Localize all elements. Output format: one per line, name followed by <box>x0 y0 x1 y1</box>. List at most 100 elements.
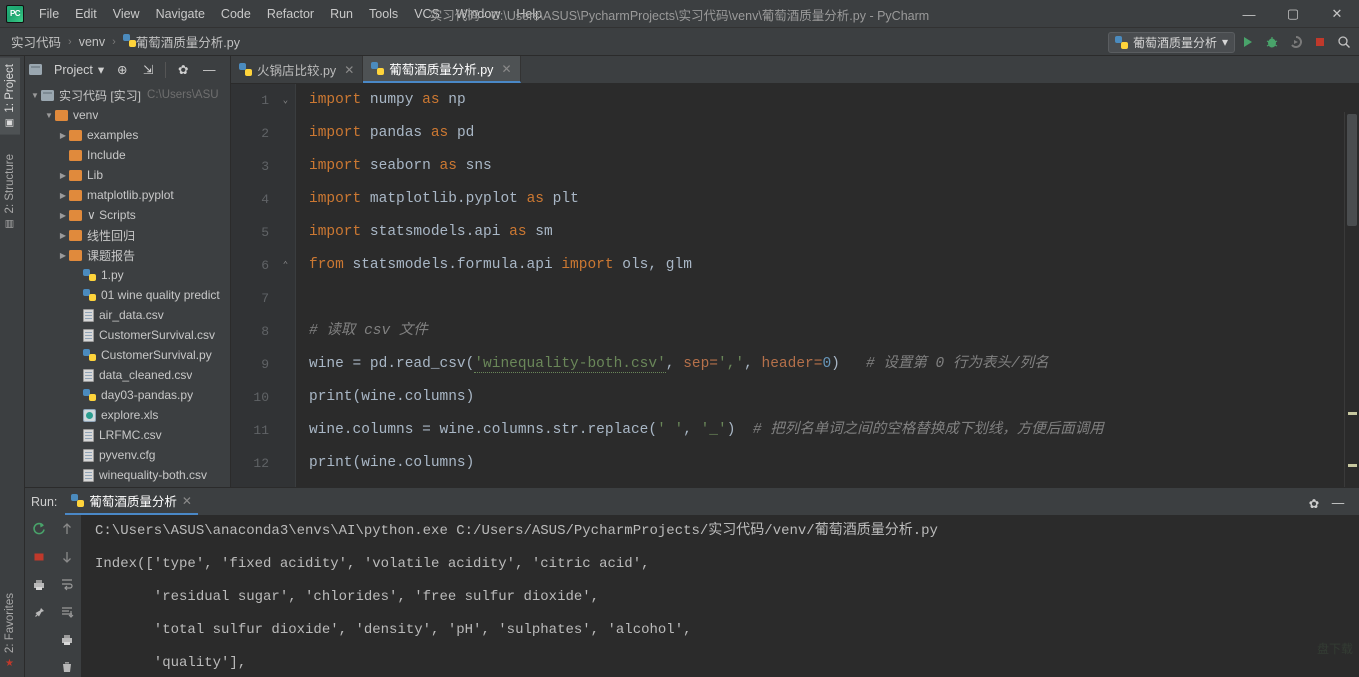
hide-panel-icon[interactable]: — <box>198 59 220 81</box>
project-panel-title[interactable]: Project ▾ <box>51 62 107 78</box>
tree-item[interactable]: 01 wine quality predict <box>25 285 230 305</box>
fold-marker-icon[interactable]: ⌃ <box>280 260 291 271</box>
tree-item[interactable]: ▶ ∨ Scripts <box>25 205 230 225</box>
menu-view[interactable]: View <box>105 4 148 24</box>
tree-item[interactable]: ▶ 课题报告 <box>25 245 230 265</box>
expand-arrow-icon[interactable]: ▼ <box>43 111 55 120</box>
stop-button[interactable] <box>1309 31 1331 53</box>
down-arrow-icon[interactable] <box>56 547 78 567</box>
run-button[interactable] <box>1237 31 1259 53</box>
print-icon[interactable] <box>28 575 50 595</box>
print-console-icon[interactable] <box>56 630 78 650</box>
scroll-to-end-icon[interactable] <box>56 602 78 622</box>
tool-tab-project[interactable]: ▣ 1: Project <box>0 58 20 135</box>
tool-tab-structure[interactable]: ▥ 2: Structure <box>0 148 20 235</box>
menu-vcs[interactable]: VCS <box>406 4 448 24</box>
settings-gear-icon[interactable]: ✿ <box>172 59 194 81</box>
tree-item[interactable]: 1.py <box>25 265 230 285</box>
tree-item[interactable]: ▶ 线性回归 <box>25 225 230 245</box>
python-file-icon <box>71 494 85 507</box>
expand-arrow-icon[interactable]: ▼ <box>29 91 41 100</box>
tree-item[interactable]: pyvenv.cfg <box>25 445 230 465</box>
menu-refactor[interactable]: Refactor <box>259 4 322 24</box>
tree-item[interactable]: air_data.csv <box>25 305 230 325</box>
tree-item[interactable]: winequality-both.csv <box>25 465 230 485</box>
menu-window[interactable]: Window <box>448 4 508 24</box>
run-console-output[interactable]: C:\Users\ASUS\anaconda3\envs\AI\python.e… <box>81 515 1359 677</box>
close-icon[interactable]: ✕ <box>182 494 192 508</box>
tree-item[interactable]: ▼ 实习代码 [实习] C:\Users\ASU <box>25 85 230 105</box>
editor-scrollbar[interactable] <box>1344 112 1359 487</box>
search-everywhere-icon[interactable] <box>1333 31 1355 53</box>
breadcrumb-item-project[interactable]: 实习代码 <box>8 31 64 52</box>
clear-all-icon[interactable] <box>56 657 78 677</box>
close-button[interactable]: ✕ <box>1315 0 1359 28</box>
stop-icon[interactable] <box>28 547 50 567</box>
code-token: import <box>561 257 623 273</box>
hide-panel-icon[interactable]: — <box>1327 492 1349 514</box>
tree-item[interactable]: LRFMC.csv <box>25 425 230 445</box>
run-configuration-selector[interactable]: 葡萄酒质量分析 ▾ <box>1107 31 1235 53</box>
code-token: print(wine.columns) <box>309 455 475 471</box>
rerun-icon[interactable] <box>28 519 50 539</box>
minimize-button[interactable]: — <box>1227 0 1271 28</box>
tree-item[interactable]: ▶ examples <box>25 125 230 145</box>
chevron-down-icon: ▾ <box>97 63 105 77</box>
tree-item[interactable]: CustomerSurvival.py <box>25 345 230 365</box>
close-icon[interactable]: ✕ <box>501 62 511 76</box>
expand-arrow-icon[interactable]: ▶ <box>57 171 69 180</box>
editor-area: 火锅店比较.py ✕ 葡萄酒质量分析.py ✕ 1 ⌄ 2 3 4 5 6 ⌃ 7 8 9 10 11 1… <box>231 56 1359 487</box>
star-icon: ★ <box>4 658 16 669</box>
expand-arrow-icon[interactable]: ▶ <box>57 251 69 260</box>
tree-item[interactable]: ▶ matplotlib.pyplot <box>25 185 230 205</box>
menu-help[interactable]: Help <box>508 4 550 24</box>
collapse-all-icon[interactable]: ⇲ <box>137 59 159 81</box>
console-line: 'residual sugar', 'chlorides', 'free sul… <box>95 589 600 605</box>
close-icon[interactable]: ✕ <box>344 63 354 77</box>
code-token: ( <box>648 422 658 438</box>
debug-button[interactable] <box>1261 31 1283 53</box>
editor-tab-label: 火锅店比较.py <box>257 64 337 78</box>
tree-item[interactable]: Include <box>25 145 230 165</box>
tree-item-label: matplotlib.pyplot <box>87 188 174 202</box>
folder-icon <box>55 109 68 121</box>
editor-tab-wine[interactable]: 葡萄酒质量分析.py ✕ <box>363 56 521 83</box>
breadcrumb-item-venv[interactable]: venv <box>76 34 108 50</box>
maximize-button[interactable]: ▢ <box>1271 0 1315 28</box>
tree-item[interactable]: ▼ venv <box>25 105 230 125</box>
soft-wrap-icon[interactable] <box>56 574 78 594</box>
code-editor[interactable]: 1 ⌄ 2 3 4 5 6 ⌃ 7 8 9 10 11 12 import numpy as np impo… <box>231 84 1359 487</box>
menu-navigate[interactable]: Navigate <box>148 4 213 24</box>
settings-gear-icon[interactable]: ✿ <box>1303 492 1325 514</box>
code-token: sm <box>535 224 553 240</box>
coverage-button[interactable] <box>1285 31 1307 53</box>
expand-arrow-icon[interactable]: ▶ <box>57 191 69 200</box>
run-tab-wine[interactable]: 葡萄酒质量分析 ✕ <box>65 488 198 515</box>
pin-icon[interactable] <box>28 603 50 623</box>
expand-arrow-icon[interactable]: ▶ <box>57 211 69 220</box>
editor-tab-hotpot[interactable]: 火锅店比较.py ✕ <box>231 56 364 83</box>
scrollbar-thumb[interactable] <box>1347 114 1357 226</box>
locate-file-icon[interactable]: ⊕ <box>111 59 133 81</box>
fold-marker-icon[interactable]: ⌄ <box>280 95 291 106</box>
tree-item[interactable]: ▶ Lib <box>25 165 230 185</box>
expand-arrow-icon[interactable]: ▶ <box>57 131 69 140</box>
menu-file[interactable]: File <box>31 4 67 24</box>
expand-arrow-icon[interactable]: ▶ <box>57 231 69 240</box>
breadcrumb-item-file[interactable]: 葡萄酒质量分析.py <box>120 31 243 52</box>
run-tool-window: Run: 葡萄酒质量分析 ✕ ✿ — C:\Users\ASUS\anacond… <box>25 487 1359 677</box>
tool-tab-favorites[interactable]: ★ 2: Favorites <box>0 587 20 675</box>
tree-item[interactable]: day03-pandas.py <box>25 385 230 405</box>
up-arrow-icon[interactable] <box>56 519 78 539</box>
tree-item[interactable]: data_cleaned.csv <box>25 365 230 385</box>
menu-edit[interactable]: Edit <box>67 4 105 24</box>
tree-item[interactable]: CustomerSurvival.csv <box>25 325 230 345</box>
menu-code[interactable]: Code <box>213 4 259 24</box>
menu-run[interactable]: Run <box>322 4 361 24</box>
code-content[interactable]: import numpy as np import pandas as pd imp… <box>295 84 1343 487</box>
menu-tools[interactable]: Tools <box>361 4 406 24</box>
project-file-tree[interactable]: ▼ 实习代码 [实习] C:\Users\ASU ▼ venv ▶ examples Incl… <box>25 83 230 485</box>
tree-item-label: 线性回归 <box>87 228 136 243</box>
tree-item[interactable]: explore.xls <box>25 405 230 425</box>
